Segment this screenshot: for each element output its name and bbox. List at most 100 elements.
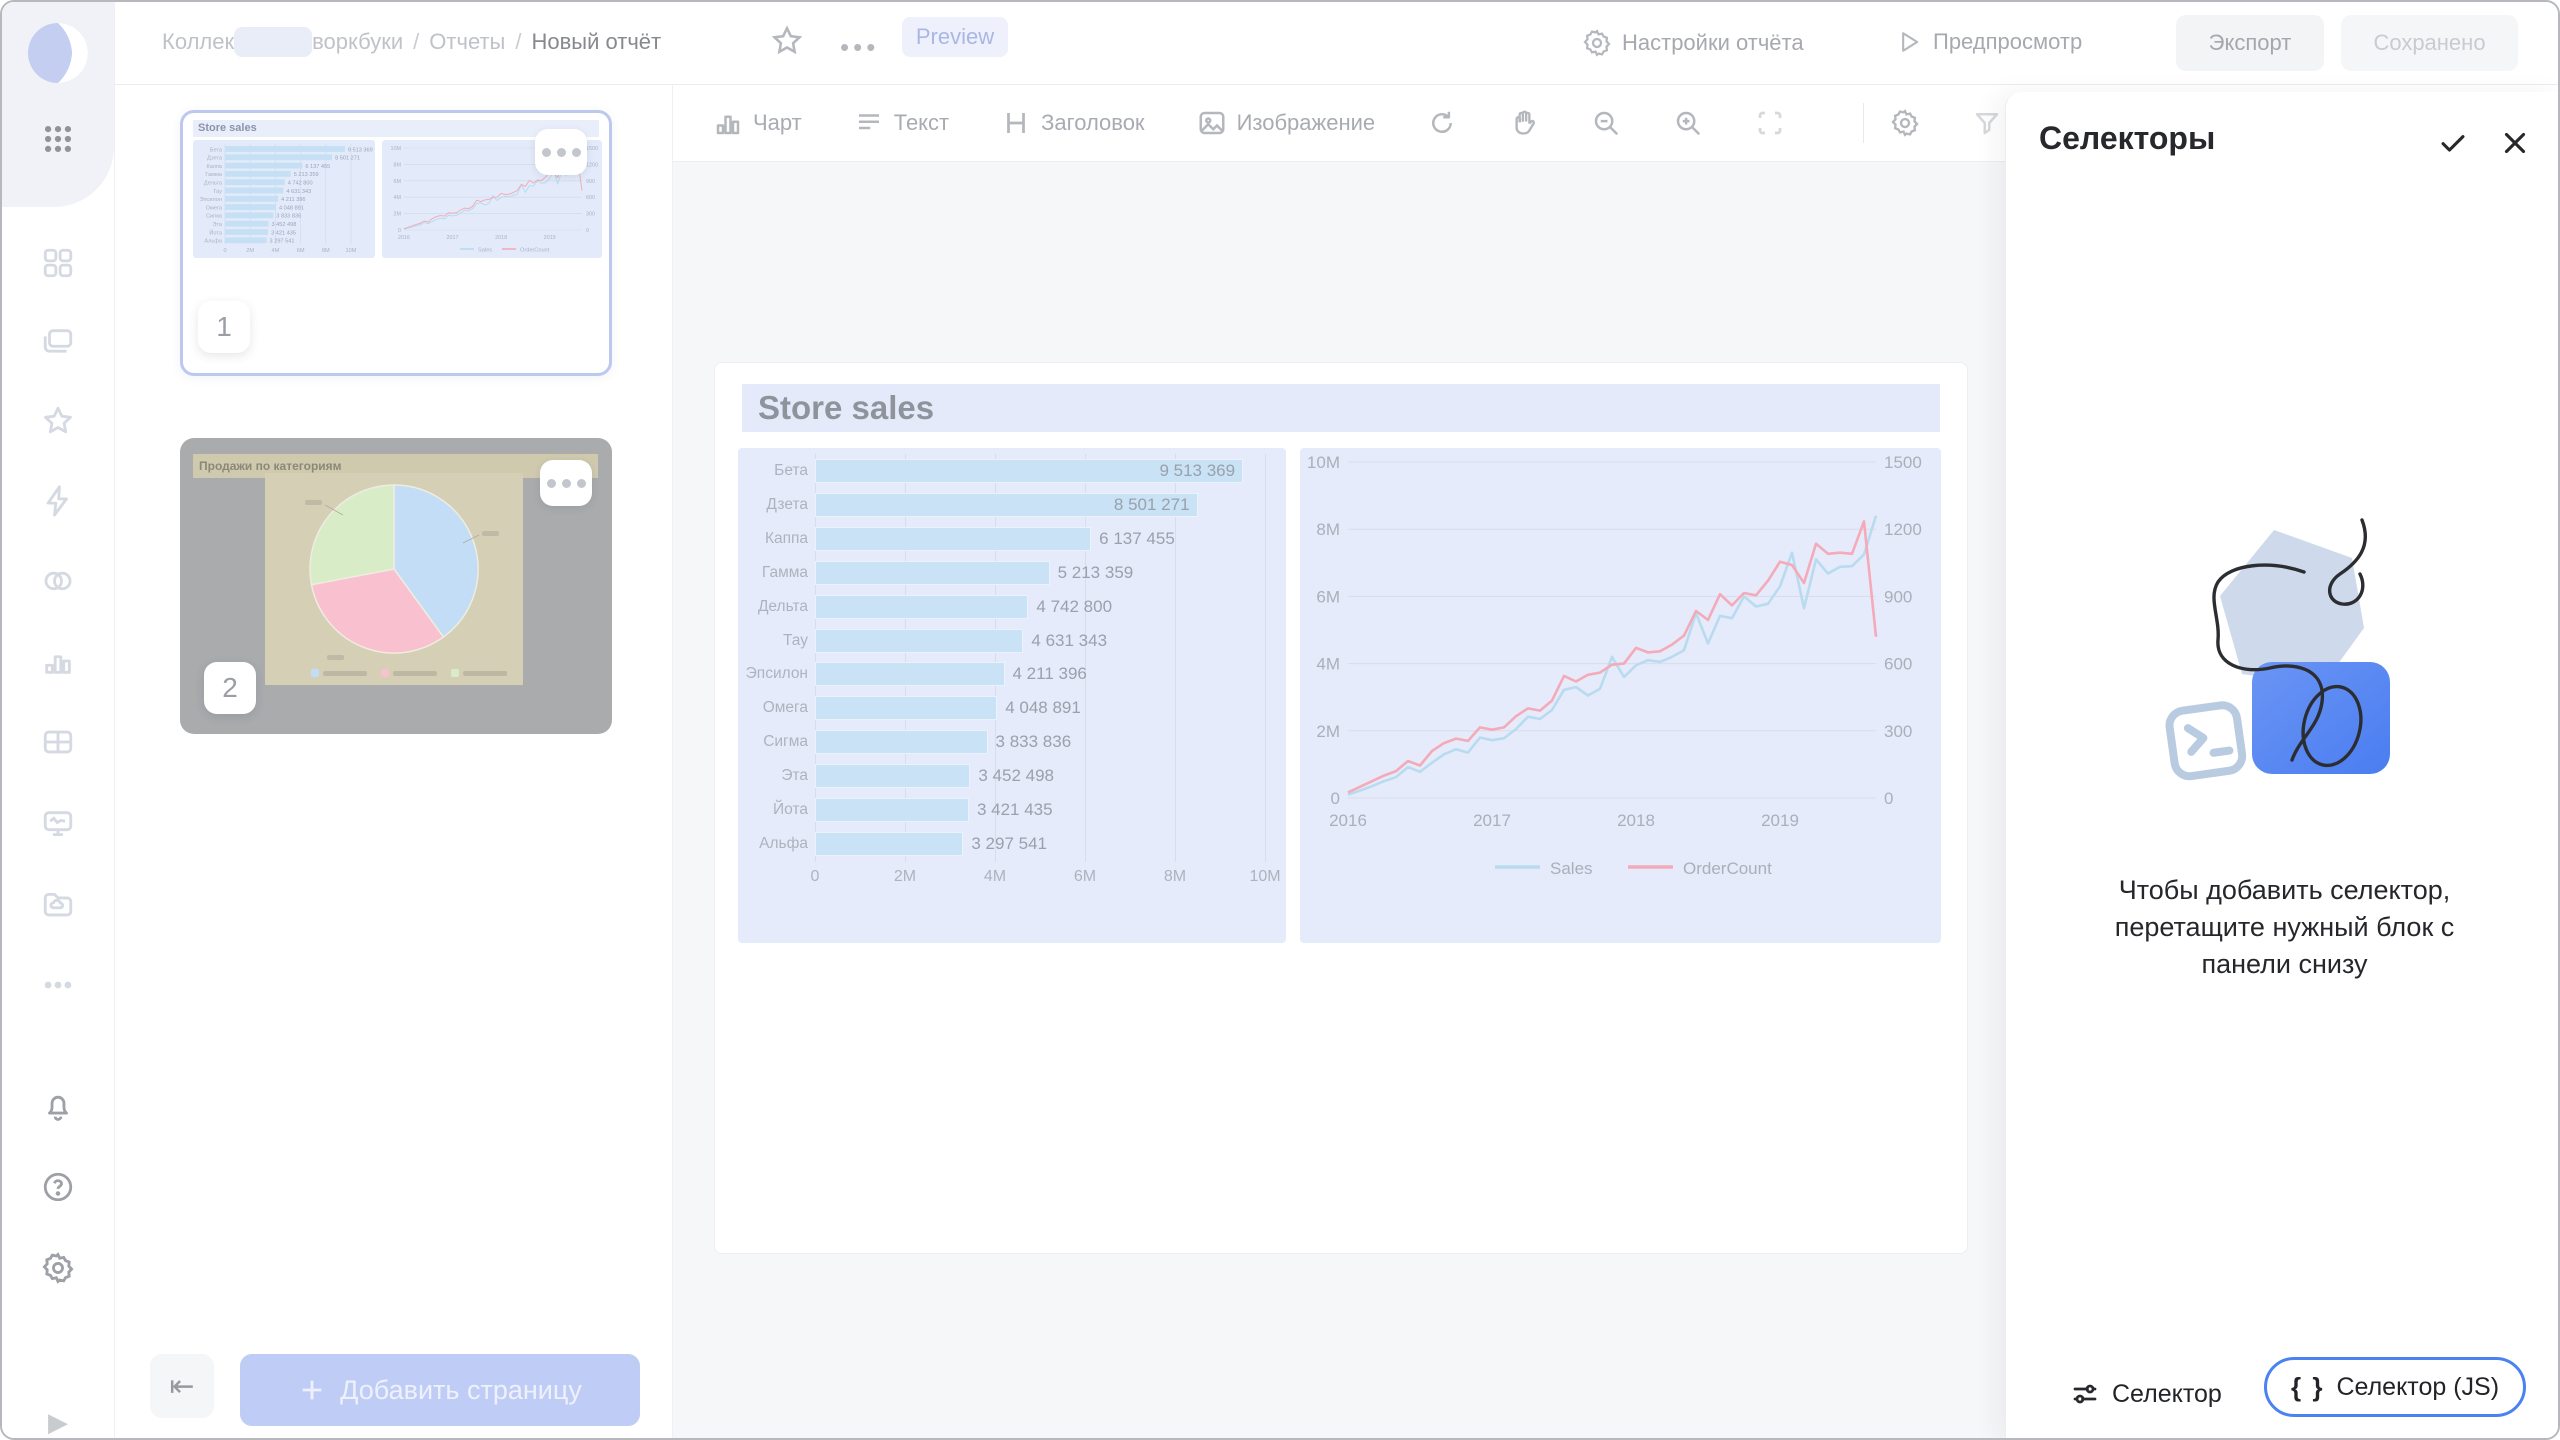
bar-category-label: Йота [740, 801, 808, 819]
bar-category-label: Бета [740, 462, 808, 480]
nav-connections-icon[interactable] [2, 476, 114, 526]
apps-grid-icon[interactable] [2, 114, 114, 164]
plus-icon [298, 1376, 326, 1404]
nav-dashboards-icon[interactable] [2, 238, 114, 288]
bar-category-label: Дзета [740, 496, 808, 514]
apply-check-icon[interactable] [2436, 126, 2470, 160]
add-chart-button[interactable]: Чарт [713, 108, 802, 138]
nav-charts-icon[interactable] [2, 636, 114, 686]
left-navigation-rail: ▶ [2, 2, 115, 1440]
svg-text:Йота: Йота [209, 228, 223, 236]
report-settings-button[interactable]: Настройки отчёта [1582, 28, 1804, 58]
bar [815, 798, 969, 822]
nav-storage-icon[interactable] [2, 880, 114, 930]
nav-tables-icon[interactable] [2, 717, 114, 767]
refresh-icon[interactable] [1427, 108, 1457, 138]
svg-text:0: 0 [223, 248, 226, 254]
nav-datasets-icon[interactable] [2, 556, 114, 606]
svg-text:4M: 4M [1316, 655, 1340, 674]
bar [815, 527, 1091, 551]
page2-menu-button[interactable] [540, 460, 592, 506]
collapse-pages-panel-button[interactable]: ⇤ [150, 1354, 214, 1418]
svg-text:2M: 2M [246, 248, 254, 254]
datalens-logo[interactable] [2, 28, 114, 78]
page-thumbnail-1[interactable]: Store sales Бета9 513 369Дзета8 501 271К… [180, 110, 612, 376]
bar-axis-tick: 0 [811, 868, 820, 886]
svg-text:1500: 1500 [586, 146, 598, 152]
svg-text:2019: 2019 [1761, 811, 1799, 830]
report-page[interactable]: Store sales Бета9 513 369Дзета8 501 271К… [714, 362, 1968, 1254]
svg-text:5 213 359: 5 213 359 [294, 172, 319, 178]
nav-editor-icon[interactable] [2, 799, 114, 849]
bar-category-label: Дельта [740, 598, 808, 616]
braces-icon: { } [2291, 1372, 2324, 1403]
bar-category-label: Тау [740, 632, 808, 650]
bar-axis-tick: 6M [1074, 868, 1096, 886]
breadcrumb-current: Новый отчёт [531, 29, 661, 54]
app-window: Коллекворкбуки/Отчеты/Новый отчёт ••• Pr… [0, 0, 2560, 1440]
canvas-toolbar: Чарт Текст Заголовок Изображение [673, 85, 2005, 162]
add-selector-js-button[interactable]: { } Селектор (JS) [2264, 1357, 2526, 1417]
bar-value-label: 3 421 435 [977, 800, 1053, 820]
svg-text:Бета: Бета [210, 147, 223, 153]
bar-category-label: Омега [740, 699, 808, 717]
page1-menu-button[interactable] [535, 129, 587, 175]
gear-icon [1582, 28, 1612, 58]
add-heading-button[interactable]: Заголовок [1001, 108, 1144, 138]
canvas-settings-gear-icon[interactable] [1890, 108, 1920, 138]
bar-value-label: 4 048 891 [1005, 698, 1081, 718]
zoom-out-icon[interactable] [1591, 108, 1621, 138]
nav-favorites-icon[interactable] [2, 396, 114, 446]
close-icon[interactable] [2498, 126, 2532, 160]
nav-more-icon[interactable] [2, 960, 114, 1010]
bar-value-label: 6 137 455 [1099, 529, 1175, 549]
svg-text:1200: 1200 [586, 162, 598, 168]
bar-axis-tick: 10M [1249, 868, 1280, 886]
svg-text:Каппа: Каппа [206, 164, 222, 170]
svg-text:1500: 1500 [1884, 453, 1922, 472]
more-menu-icon[interactable]: ••• [840, 32, 879, 63]
settings-gear-icon[interactable] [2, 1243, 114, 1293]
page-thumbnail-2[interactable]: Продажи по категориям 2 [180, 438, 612, 734]
add-text-button[interactable]: Текст [854, 108, 949, 138]
add-page-button[interactable]: Добавить страницу [240, 1354, 640, 1426]
report-settings-label: Настройки отчёта [1622, 30, 1804, 56]
breadcrumb-workbook[interactable]: воркбуки [312, 29, 403, 54]
pan-hand-icon[interactable] [1509, 108, 1539, 138]
zoom-in-icon[interactable] [1673, 108, 1703, 138]
bar-value-label: 5 213 359 [1058, 563, 1134, 583]
report-title-widget[interactable]: Store sales [742, 384, 1940, 432]
empty-state-illustration [2124, 512, 2454, 842]
svg-text:2016: 2016 [398, 235, 410, 241]
bar-chart-widget[interactable]: Бета9 513 369Дзета8 501 271Каппа6 137 45… [738, 448, 1286, 943]
bar-category-label: Эпсилон [740, 665, 808, 683]
svg-text:0: 0 [1331, 789, 1340, 808]
filters-funnel-icon[interactable] [1972, 108, 2002, 138]
breadcrumb-reports[interactable]: Отчеты [429, 29, 505, 54]
svg-text:Sales: Sales [1550, 859, 1593, 878]
export-button[interactable]: Экспорт [2176, 15, 2324, 71]
nav-collections-icon[interactable] [2, 317, 114, 367]
bar [815, 730, 988, 754]
svg-text:4 631 343: 4 631 343 [286, 189, 311, 195]
add-image-button[interactable]: Изображение [1197, 108, 1376, 138]
help-icon[interactable] [2, 1162, 114, 1212]
bar [815, 832, 963, 856]
svg-text:Дзета: Дзета [207, 156, 223, 162]
favorite-star-icon[interactable] [770, 24, 804, 58]
svg-text:Сигма: Сигма [206, 214, 223, 220]
expand-rail-icon[interactable]: ▶ [2, 1397, 114, 1440]
top-bar: Коллекворкбуки/Отчеты/Новый отчёт ••• Pr… [2, 2, 2560, 85]
page1-number-badge[interactable]: 1 [198, 301, 250, 353]
add-selector-button[interactable]: Селектор [2070, 1364, 2222, 1424]
play-icon [1895, 28, 1923, 56]
preview-button[interactable]: Предпросмотр [1895, 28, 2082, 56]
bar-value-label: 3 452 498 [978, 766, 1054, 786]
line-chart-widget[interactable]: 10M15008M12006M9004M6002M300002016201720… [1300, 448, 1941, 943]
notifications-bell-icon[interactable] [2, 1081, 114, 1131]
svg-text:4 211 396: 4 211 396 [281, 197, 305, 203]
breadcrumb-collection[interactable]: Коллек [162, 29, 234, 54]
page2-number-badge[interactable]: 2 [204, 662, 256, 714]
bar-value-label: 9 513 369 [1159, 461, 1235, 481]
svg-text:6M: 6M [297, 248, 305, 254]
